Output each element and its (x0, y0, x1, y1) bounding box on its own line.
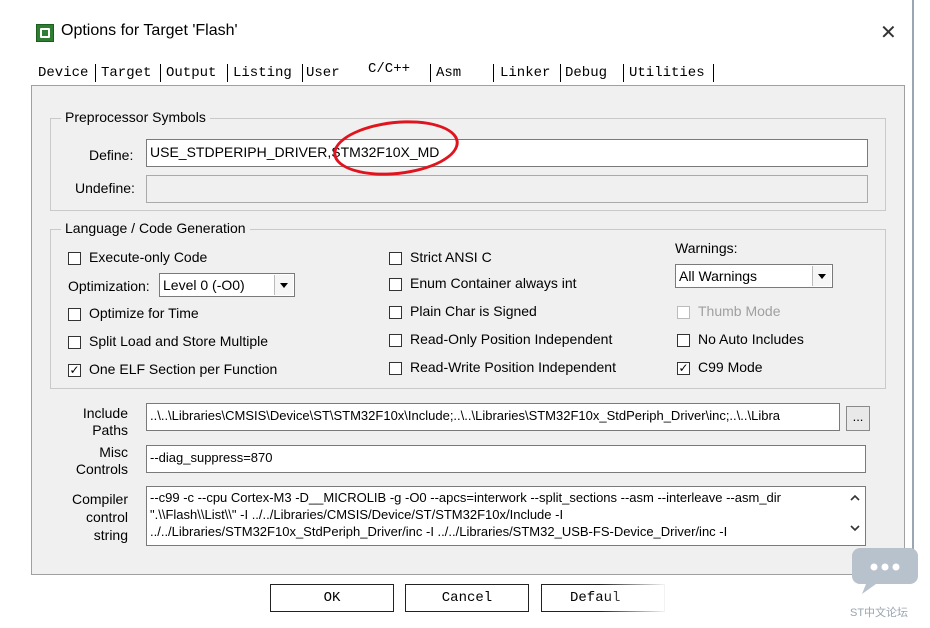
chevron-up-icon[interactable] (850, 493, 860, 503)
tab-listing[interactable]: Listing (231, 62, 294, 84)
include-label-2: Paths (92, 422, 128, 438)
split-load-label: Split Load and Store Multiple (89, 333, 268, 349)
rw-position-checkbox[interactable] (389, 362, 402, 375)
tab-output[interactable]: Output (164, 62, 218, 84)
window-edge (912, 0, 914, 578)
rw-position-label: Read-Write Position Independent (410, 359, 616, 375)
optimize-time-label: Optimize for Time (89, 305, 199, 321)
app-icon (36, 24, 54, 42)
cancel-button[interactable]: Cancel (405, 584, 529, 612)
enum-container-label: Enum Container always int (410, 275, 577, 291)
strict-ansi-label: Strict ANSI C (410, 249, 492, 265)
include-paths-field[interactable]: ..\..\Libraries\CMSIS\Device\ST\STM32F10… (146, 403, 840, 431)
language-legend: Language / Code Generation (61, 220, 250, 236)
misc-label-1: Misc (99, 444, 128, 460)
include-label-1: Include (82, 405, 128, 421)
execute-only-label: Execute-only Code (89, 249, 208, 265)
options-panel: Preprocessor Symbols Define: USE_STDPERI… (31, 85, 905, 575)
tab-utilities[interactable]: Utilities (627, 62, 707, 84)
language-group: Language / Code Generation Execute-only … (50, 220, 886, 389)
c99-mode-label: C99 Mode (698, 359, 763, 375)
c99-mode-checkbox[interactable]: ✓ (677, 362, 690, 375)
preprocessor-group: Preprocessor Symbols Define: USE_STDPERI… (50, 109, 886, 211)
no-auto-includes-label: No Auto Includes (698, 331, 804, 347)
tab-linker[interactable]: Linker (498, 62, 552, 84)
compiler-line-3: ../../Libraries/STM32F10x_StdPeriph_Driv… (150, 524, 728, 539)
undefine-field[interactable] (146, 175, 868, 203)
tab-asm[interactable]: Asm (434, 62, 463, 84)
thumb-mode-checkbox[interactable] (677, 306, 690, 319)
optimization-select[interactable]: Level 0 (-O0) (159, 273, 295, 297)
plain-char-checkbox[interactable] (389, 306, 402, 319)
optimization-label: Optimization: (68, 278, 150, 294)
close-icon[interactable]: ✕ (880, 20, 897, 45)
compiler-line-1: --c99 -c --cpu Cortex-M3 -D__MICROLIB -g… (150, 490, 782, 505)
ok-button[interactable]: OK (270, 584, 394, 612)
chevron-down-icon[interactable] (274, 275, 293, 295)
plain-char-label: Plain Char is Signed (410, 303, 537, 319)
compiler-control-string[interactable]: --c99 -c --cpu Cortex-M3 -D__MICROLIB -g… (146, 486, 866, 546)
tab-debug[interactable]: Debug (563, 62, 609, 84)
tab-strip: Device Target Output Listing User C/C++ … (36, 58, 726, 86)
watermark-text: ST中文论坛 (850, 607, 909, 619)
define-label: Define: (89, 147, 134, 163)
tab-device[interactable]: Device (36, 62, 90, 84)
compiler-label-3: string (93, 527, 128, 543)
window-title: Options for Target 'Flash' (61, 22, 238, 39)
misc-label-2: Controls (75, 461, 128, 477)
preprocessor-legend: Preprocessor Symbols (61, 109, 210, 125)
chat-bubble-icon (852, 548, 918, 594)
warnings-select[interactable]: All Warnings (675, 264, 833, 288)
include-browse-button[interactable]: ... (846, 406, 870, 431)
optimize-time-checkbox[interactable] (68, 308, 81, 321)
misc-controls-field[interactable]: --diag_suppress=870 (146, 445, 866, 473)
compiler-line-2: ".\\Flash\\List\\" -I ../../Libraries/CM… (150, 507, 564, 522)
compiler-label-2: control (85, 509, 128, 525)
undefine-label: Undefine: (75, 180, 135, 196)
ro-position-label: Read-Only Position Independent (410, 331, 613, 347)
strict-ansi-checkbox[interactable] (389, 252, 402, 265)
one-elf-label: One ELF Section per Function (89, 361, 278, 377)
watermark-fade (600, 582, 860, 622)
tab-user[interactable]: User (304, 62, 342, 84)
ro-position-checkbox[interactable] (389, 334, 402, 347)
one-elf-checkbox[interactable]: ✓ (68, 364, 81, 377)
optimization-value: Level 0 (-O0) (163, 277, 245, 293)
tab-cc[interactable]: C/C++ (366, 58, 413, 86)
thumb-mode-label: Thumb Mode (698, 303, 781, 319)
enum-container-checkbox[interactable] (389, 278, 402, 291)
tab-target[interactable]: Target (99, 62, 153, 84)
vertical-scrollbar[interactable] (845, 487, 865, 545)
split-load-checkbox[interactable] (68, 336, 81, 349)
compiler-label-1: Compiler (71, 491, 128, 507)
define-field[interactable]: USE_STDPERIPH_DRIVER,STM32F10X_MD (146, 139, 868, 167)
chevron-down-icon[interactable] (850, 523, 860, 533)
chevron-down-icon[interactable] (812, 266, 831, 286)
execute-only-checkbox[interactable] (68, 252, 81, 265)
warnings-label: Warnings: (675, 240, 738, 256)
warnings-value: All Warnings (679, 268, 758, 284)
no-auto-includes-checkbox[interactable] (677, 334, 690, 347)
